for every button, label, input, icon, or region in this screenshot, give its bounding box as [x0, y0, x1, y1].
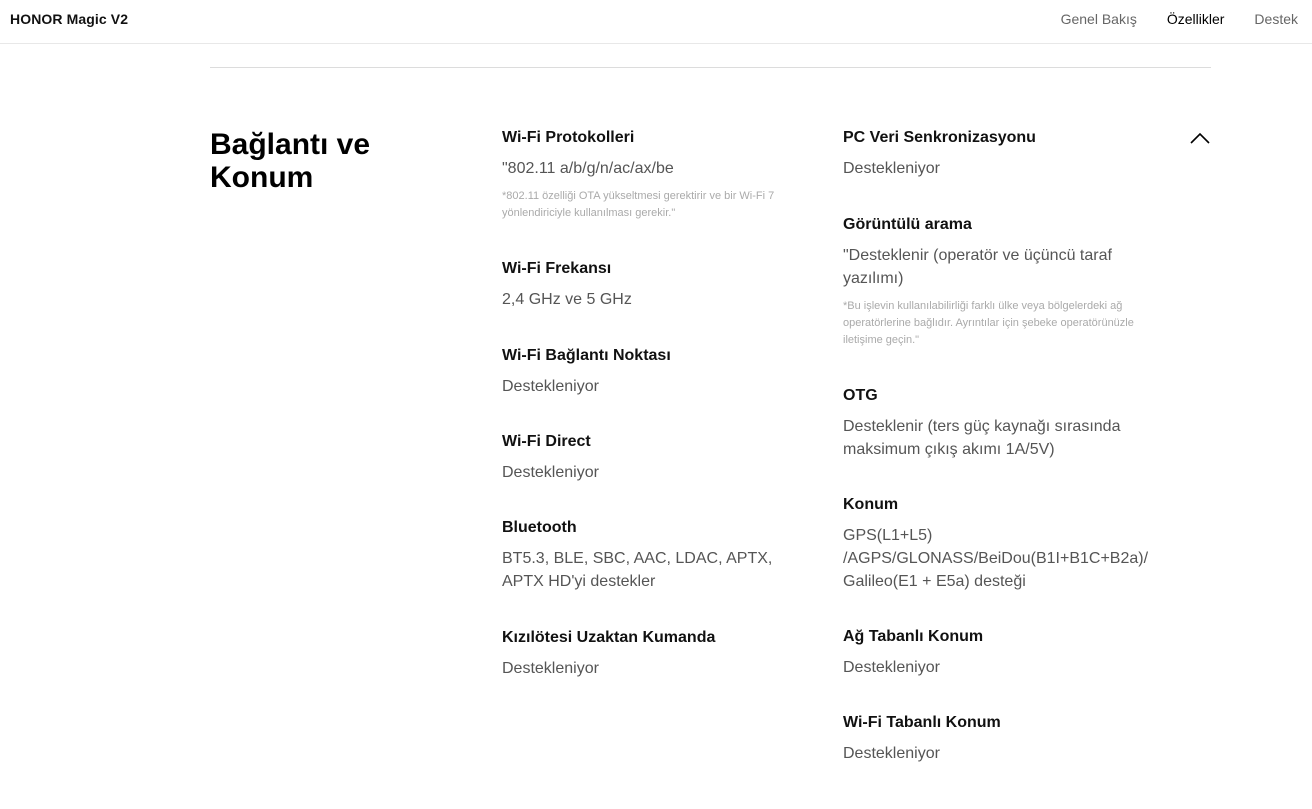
- spec-video-call: Görüntülü arama "Desteklenir (operatör v…: [843, 215, 1158, 386]
- nav-support[interactable]: Destek: [1254, 11, 1298, 27]
- spec-value: Destekleniyor: [502, 660, 599, 677]
- spec-value: GPS(L1+L5) /AGPS/GLONASS/BeiDou(B1I+B1C+…: [843, 527, 1149, 590]
- spec-ir-remote: Kızılötesi Uzaktan Kumanda Destekleniyor: [502, 628, 812, 680]
- spec-title: Wi-Fi Direct: [502, 433, 591, 450]
- spec-title: Konum: [843, 496, 899, 513]
- spec-title: OTG: [843, 387, 878, 404]
- spec-title: Ağ Tabanlı Konum: [843, 628, 984, 645]
- spec-value: Desteklenir (ters güç kaynağı sırasında …: [843, 418, 1121, 458]
- chevron-up-icon: [1190, 132, 1210, 144]
- top-nav-bar: HONOR Magic V2 Genel Bakış Özellikler De…: [0, 0, 1312, 44]
- section-title-line1: Bağlantı ve: [210, 128, 371, 161]
- spec-note: *802.11 özelliği OTA yükseltmesi gerekti…: [502, 190, 775, 219]
- spec-title: Görüntülü arama: [843, 216, 972, 233]
- spec-wifi-frequency: Wi-Fi Frekansı 2,4 GHz ve 5 GHz: [502, 259, 812, 346]
- spec-location: Konum GPS(L1+L5) /AGPS/GLONASS/BeiDou(B1…: [843, 495, 1158, 627]
- spec-value: Destekleniyor: [843, 659, 940, 676]
- spec-title: Wi-Fi Bağlantı Noktası: [502, 347, 671, 364]
- spec-value: Destekleniyor: [843, 160, 940, 177]
- spec-column-right: PC Veri Senkronizasyonu Destekleniyor Gö…: [843, 128, 1158, 765]
- spec-title: Bluetooth: [502, 519, 577, 536]
- spec-value: Destekleniyor: [843, 745, 940, 762]
- collapse-section-button[interactable]: [1188, 128, 1212, 150]
- section-title: Bağlantı ve Konum: [210, 128, 450, 194]
- spec-title: Wi-Fi Tabanlı Konum: [843, 714, 1001, 731]
- spec-value: 2,4 GHz ve 5 GHz: [502, 291, 632, 308]
- nav-overview[interactable]: Genel Bakış: [1061, 11, 1137, 27]
- spec-value: "802.11 a/b/g/n/ac/ax/be: [502, 160, 674, 177]
- spec-wifi-location: Wi-Fi Tabanlı Konum Destekleniyor: [843, 713, 1158, 765]
- spec-otg: OTG Desteklenir (ters güç kaynağı sırası…: [843, 386, 1158, 495]
- spec-title: Kızılötesi Uzaktan Kumanda: [502, 629, 716, 646]
- spec-value: Destekleniyor: [502, 378, 599, 395]
- spec-value: BT5.3, BLE, SBC, AAC, LDAC, APTX, APTX H…: [502, 550, 773, 590]
- spec-title: Wi-Fi Protokolleri: [502, 129, 635, 146]
- spec-note: *Bu işlevin kullanılabilirliği farklı ül…: [843, 300, 1134, 346]
- nav-specs[interactable]: Özellikler: [1167, 11, 1225, 27]
- spec-wifi-protocols: Wi-Fi Protokolleri "802.11 a/b/g/n/ac/ax…: [502, 128, 812, 259]
- spec-pc-sync: PC Veri Senkronizasyonu Destekleniyor: [843, 128, 1158, 215]
- section-title-line2: Konum: [210, 161, 314, 194]
- spec-bluetooth: Bluetooth BT5.3, BLE, SBC, AAC, LDAC, AP…: [502, 518, 812, 628]
- product-nav: Genel Bakış Özellikler Destek: [1031, 11, 1298, 27]
- spec-network-location: Ağ Tabanlı Konum Destekleniyor: [843, 627, 1158, 713]
- spec-column-left: Wi-Fi Protokolleri "802.11 a/b/g/n/ac/ax…: [502, 128, 812, 680]
- spec-wifi-direct: Wi-Fi Direct Destekleniyor: [502, 432, 812, 518]
- spec-value: Destekleniyor: [502, 464, 599, 481]
- section-divider: [210, 67, 1211, 68]
- spec-value: "Desteklenir (operatör ve üçüncü taraf y…: [843, 247, 1112, 287]
- brand-title[interactable]: HONOR Magic V2: [10, 11, 128, 27]
- spec-title: Wi-Fi Frekansı: [502, 260, 612, 277]
- spec-title: PC Veri Senkronizasyonu: [843, 129, 1036, 146]
- spec-wifi-hotspot: Wi-Fi Bağlantı Noktası Destekleniyor: [502, 346, 812, 432]
